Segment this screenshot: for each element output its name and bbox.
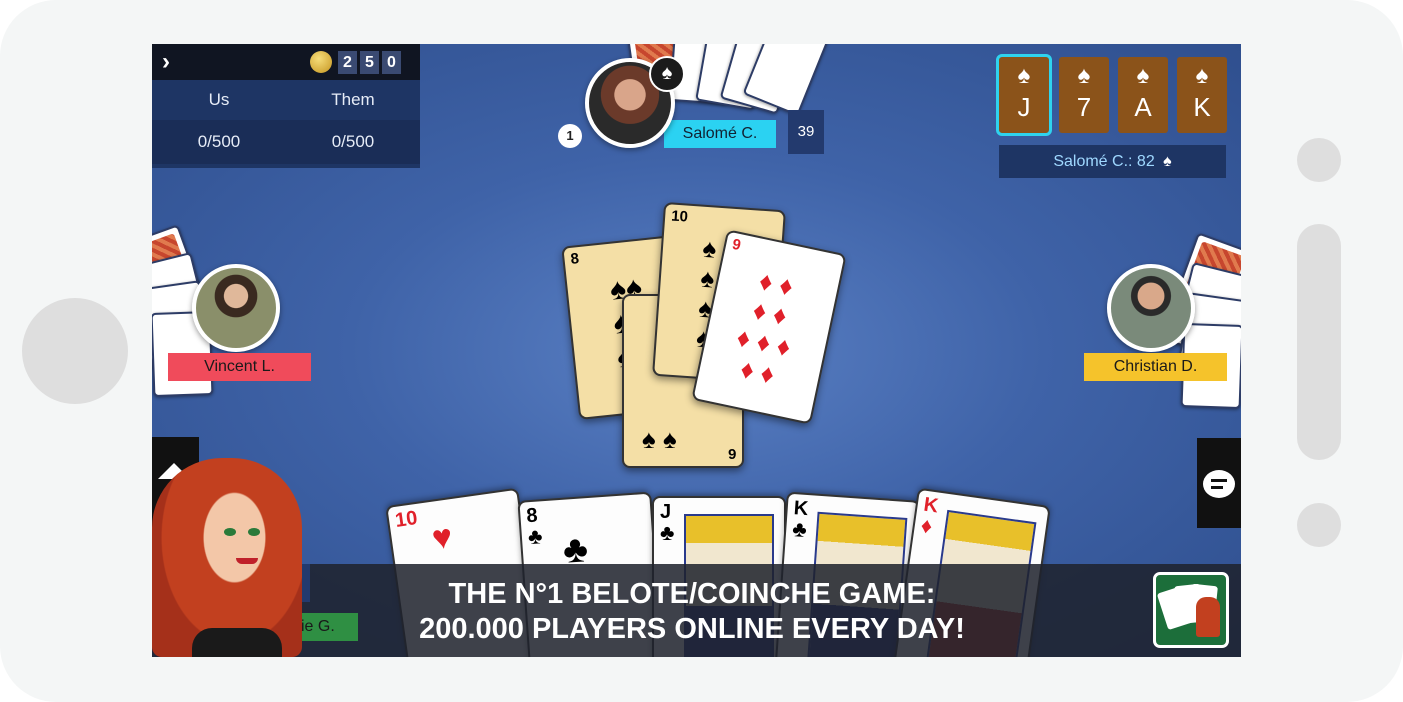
- bid-card[interactable]: ♠ A: [1118, 57, 1168, 133]
- hand-card-rank: 10: [393, 507, 419, 532]
- trick-card-rank: 6: [727, 445, 736, 462]
- trick-card-rank: 9: [730, 235, 743, 255]
- bid-card[interactable]: ♠ J: [996, 54, 1052, 136]
- promo-banner: THE N°1 BELOTE/COINCHE GAME: 200.000 PLA…: [152, 564, 1241, 657]
- player-avatar-left[interactable]: [192, 264, 280, 352]
- app-logo[interactable]: [1153, 572, 1229, 648]
- heart-icon: ♥: [429, 517, 455, 558]
- coin-digit: 2: [338, 51, 357, 74]
- diamond-icon: ♦: [919, 512, 934, 539]
- bid-summary: Salomé C.: 82 ♠: [999, 145, 1226, 178]
- coin-counter: 2 5 0: [338, 51, 401, 74]
- team-us-label: Us: [208, 90, 230, 109]
- player-avatar-right[interactable]: [1107, 264, 1195, 352]
- expand-arrow-icon[interactable]: ›: [162, 48, 170, 76]
- chat-bubble-icon[interactable]: [1203, 470, 1235, 498]
- turn-order-badge: 1: [558, 124, 582, 148]
- phone-side-volume-bar[interactable]: [1297, 224, 1341, 460]
- score-panel: › 2 5 0 Us Them 0/500 0/500: [152, 44, 420, 168]
- club-icon: ♣: [527, 523, 544, 550]
- coin-digit: 5: [360, 51, 379, 74]
- spade-icon: ♠: [1017, 62, 1031, 89]
- spade-icon: ♠: [1077, 62, 1091, 89]
- bid-card-rank: J: [1017, 92, 1031, 122]
- banner-line-1: THE N°1 BELOTE/COINCHE GAME:: [448, 578, 936, 610]
- player-name-top: Salomé C.: [664, 120, 776, 148]
- spade-icon: ♠: [649, 56, 685, 92]
- coin-icon: [310, 51, 332, 73]
- trick-card-rank: 10: [670, 207, 689, 226]
- player-name-left: Vincent L.: [168, 353, 311, 381]
- remaining-cards-count: 39: [788, 110, 824, 154]
- spade-icon: ♠: [1195, 62, 1209, 89]
- score-values: 0/500 0/500: [152, 120, 420, 164]
- character-illustration: [152, 458, 312, 657]
- bid-summary-text: Salomé C.: 82: [1053, 153, 1155, 170]
- hand-card-rank: J: [660, 501, 672, 523]
- bid-card-rank: K: [1193, 92, 1211, 122]
- phone-home-button[interactable]: [22, 298, 128, 404]
- score-headers: Us Them: [152, 80, 420, 120]
- spade-icon: ♠ ♠: [642, 424, 677, 454]
- score-panel-header: › 2 5 0: [152, 44, 420, 80]
- bid-card[interactable]: ♠ K: [1177, 57, 1227, 133]
- banner-line-2: 200.000 PLAYERS ONLINE EVERY DAY!: [419, 613, 965, 645]
- phone-side-button-bottom[interactable]: [1297, 503, 1341, 547]
- team-them-score: 0/500: [331, 132, 375, 151]
- club-icon: ♣: [660, 520, 675, 545]
- bid-card-rank: A: [1134, 92, 1152, 122]
- spade-icon: ♠: [1136, 62, 1150, 89]
- trick-card-rank: 8: [569, 250, 580, 268]
- game-screen: › 2 5 0 Us Them 0/500 0/500 Salomé C. ♠ …: [152, 44, 1241, 657]
- spade-icon: ♠: [1163, 153, 1172, 170]
- bid-card-rank: 7: [1076, 92, 1092, 122]
- bid-card[interactable]: ♠ 7: [1059, 57, 1109, 133]
- team-them-label: Them: [331, 90, 375, 109]
- phone-side-button-top[interactable]: [1297, 138, 1341, 182]
- team-us-score: 0/500: [197, 132, 241, 151]
- club-icon: ♣: [791, 516, 808, 543]
- coin-digit: 0: [382, 51, 401, 74]
- player-name-right: Christian D.: [1084, 353, 1227, 381]
